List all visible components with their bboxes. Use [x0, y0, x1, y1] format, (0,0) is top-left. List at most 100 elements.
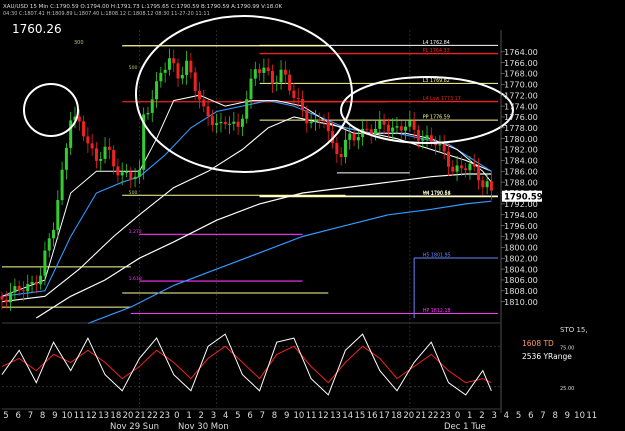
time-tick-label: 21: [135, 411, 146, 421]
time-tick-label: 18: [110, 411, 121, 421]
candle-body: [352, 133, 356, 141]
candle-body: [382, 120, 386, 125]
candle-body: [305, 110, 309, 124]
time-tick-label: 12: [86, 411, 97, 421]
time-tick-label: 3: [491, 411, 496, 421]
candle-body: [43, 250, 47, 276]
candle-body: [13, 286, 17, 293]
candle-body: [116, 166, 120, 176]
pivot-label: L3 1769.82: [423, 78, 450, 84]
candle-body: [99, 158, 103, 161]
price-tick-label: 1786.00: [504, 166, 538, 176]
candle-body: [103, 146, 107, 159]
candle-body: [82, 121, 86, 137]
candle-body: [489, 181, 493, 191]
price-tick-label: 1782.00: [504, 145, 538, 155]
candle-body: [275, 82, 279, 84]
time-tick-label: 1: [186, 411, 191, 421]
price-tick-label: 1810.00: [504, 297, 538, 307]
candle-body: [395, 126, 399, 128]
candle-body: [438, 144, 442, 146]
candle-body: [176, 63, 180, 79]
time-tick-label: 7: [540, 411, 545, 421]
candle-body: [120, 172, 124, 176]
time-tick-label: 13: [330, 411, 341, 421]
candle-body: [150, 99, 154, 113]
candle-body: [137, 169, 141, 177]
candle-body: [189, 60, 193, 73]
candle-body: [197, 91, 201, 100]
candle-body: [348, 133, 352, 140]
day-label: Nov 30 Mon: [178, 422, 229, 431]
candle-body: [326, 121, 330, 132]
candle-body: [206, 106, 210, 117]
candle-body: [223, 122, 227, 125]
price-tick-label: 1780.00: [504, 134, 538, 144]
price-tick-label: 1796.00: [504, 221, 538, 231]
time-tick-label: 20: [123, 411, 134, 421]
time-tick-label: 11: [74, 411, 85, 421]
candle-body: [94, 148, 98, 161]
candle-body: [17, 286, 21, 291]
candle-body: [386, 124, 390, 132]
candle-body: [90, 143, 94, 149]
time-tick-label: 14: [342, 411, 353, 421]
candle-body: [253, 69, 257, 79]
candle-body: [240, 118, 244, 127]
candle-body: [0, 296, 4, 300]
fib-label: 500: [129, 190, 138, 196]
candle-body: [369, 129, 373, 135]
candle-body: [464, 168, 468, 171]
candle-body: [159, 72, 163, 82]
candle-body: [416, 129, 420, 141]
candle-body: [107, 146, 111, 150]
fib-label: 1.272: [129, 229, 142, 235]
candle-body: [167, 58, 171, 70]
time-tick-label: 1: [467, 411, 472, 421]
chart-svg[interactable]: L4 1762.84 PL 1764.33 L3 1769.82 L4 Low 177…: [0, 0, 625, 431]
fib-label: 1.618: [129, 276, 142, 282]
candle-body: [185, 60, 189, 75]
candle-body: [232, 121, 236, 124]
time-tick-label: 16: [367, 411, 378, 421]
time-tick-label: 2: [199, 411, 204, 421]
candle-body: [249, 78, 253, 100]
candle-body: [86, 136, 90, 144]
time-tick-label: 21: [416, 411, 427, 421]
current-price-label: 1790.59: [504, 193, 543, 203]
candle-body: [421, 138, 425, 141]
pivot-label: PP 1776.59: [423, 115, 450, 121]
candle-body: [21, 290, 25, 292]
candle-body: [236, 121, 240, 127]
price-tick-label: 1770.00: [504, 80, 538, 90]
candle-body: [283, 69, 287, 75]
candle-body: [69, 120, 73, 148]
yrange-label: 2536 YRange: [522, 352, 572, 361]
candle-body: [64, 147, 68, 170]
candle-body: [442, 144, 446, 152]
time-tick-label: 12: [318, 411, 329, 421]
candle-body: [455, 165, 459, 172]
candle-body: [339, 154, 343, 158]
stoch-level-label: 25.00: [560, 386, 574, 392]
candle-body: [52, 229, 56, 239]
td-label: 1608 TD: [522, 339, 554, 348]
time-tick-label: 9: [52, 411, 57, 421]
big-price-label: 1760.26: [12, 22, 62, 36]
price-tick-label: 1794.00: [504, 210, 538, 220]
candle-body: [26, 284, 30, 292]
candle-body: [296, 97, 300, 99]
price-tick-label: 1788.00: [504, 177, 538, 187]
candle-body: [322, 120, 326, 122]
trading-chart[interactable]: L4 1762.84 PL 1764.33 L3 1769.82 L4 Low 177…: [0, 0, 625, 431]
time-tick-label: 23: [440, 411, 451, 421]
price-tick-label: 1798.00: [504, 232, 538, 242]
candle-body: [262, 67, 266, 73]
fib-label: 500: [129, 65, 138, 71]
pivot-label: L4 Low 1773.17: [423, 96, 461, 102]
candle-body: [215, 123, 219, 126]
time-tick-label: 3: [211, 411, 216, 421]
candle-body: [219, 122, 223, 124]
time-tick-label: 6: [247, 411, 252, 421]
time-tick-label: 5: [516, 411, 521, 421]
